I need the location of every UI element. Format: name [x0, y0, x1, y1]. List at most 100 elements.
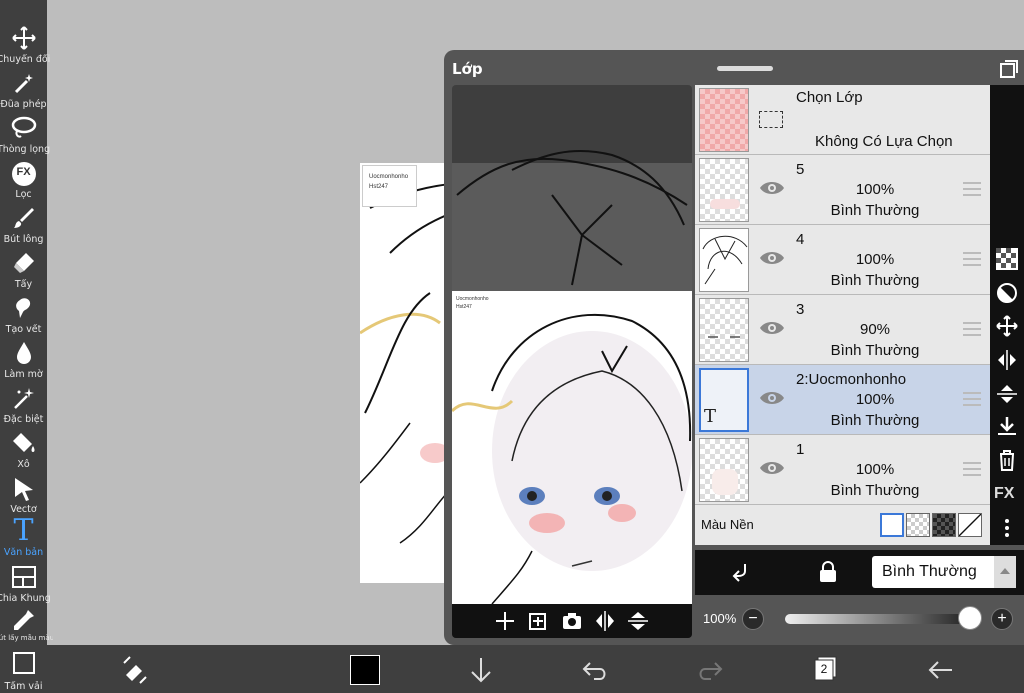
sparkle-icon [13, 388, 34, 409]
tool-label: Văn bản [3, 547, 44, 558]
tool-label: Bút lông [3, 234, 44, 245]
layer-fx-button[interactable]: FX [994, 485, 1014, 503]
tool-label: Chia Khung [0, 593, 51, 604]
bg-swatch-transparent-dark[interactable] [932, 513, 956, 537]
selection-icon [759, 111, 783, 128]
tool-label: Bút lấy mẫu màu [0, 634, 53, 642]
panel-drag-handle[interactable] [717, 66, 773, 71]
redo-icon[interactable] [695, 655, 725, 685]
tool-transform[interactable]: Chuyển đổi [0, 22, 50, 67]
opacity-slider-knob[interactable] [958, 606, 982, 630]
layer-name: 4 [796, 231, 805, 248]
preview-note-line2: Hst247 [456, 304, 472, 310]
opacity-decrease-button[interactable]: − [742, 608, 764, 630]
alpha-lock-icon[interactable] [817, 561, 839, 583]
tool-brush[interactable]: Bút lông [0, 202, 47, 247]
layer-opacity: 100% [855, 461, 895, 478]
eye-icon[interactable] [759, 179, 785, 197]
layer-row-selected[interactable]: T 2:Uocmonhonho 100% Bình Thường [695, 365, 990, 435]
tool-text[interactable]: T Văn bản [0, 515, 47, 560]
selection-layer-title: Chọn Lớp [796, 89, 863, 106]
transform-eraser-icon[interactable] [120, 655, 150, 685]
fx-badge: FX [16, 166, 31, 178]
back-arrow-icon[interactable] [926, 655, 956, 685]
arrow-down-icon[interactable] [466, 655, 496, 685]
layer-thumbnail [699, 438, 749, 502]
checker-icon[interactable] [996, 248, 1018, 270]
opacity-increase-button[interactable]: + [991, 608, 1013, 630]
eye-icon[interactable] [759, 389, 785, 407]
layer-side-tools: FX [990, 85, 1024, 545]
tool-bucket[interactable]: Xô [0, 427, 47, 472]
blend-mode-select[interactable]: Bình Thường [872, 556, 1016, 588]
tool-sidebar: Chuyển đổi Đũa phép Thòng lọng FX Lọc Bú… [0, 0, 53, 645]
eye-icon[interactable] [759, 249, 785, 267]
tool-filter[interactable]: FX Lọc [0, 157, 47, 202]
eye-icon[interactable] [759, 319, 785, 337]
drag-handle-icon[interactable] [963, 462, 981, 476]
drag-handle-icon[interactable] [963, 392, 981, 406]
tool-blur[interactable]: Làm mờ [0, 337, 47, 382]
tool-label: Chuyển đổi [0, 54, 51, 65]
layer-count: 2 [820, 662, 828, 676]
clipping-icon[interactable] [996, 282, 1018, 304]
tool-smudge[interactable]: Tạo vết [0, 292, 47, 337]
clip-down-arrow-icon[interactable] [729, 561, 751, 583]
layer-list: Chọn Lớp Không Có Lựa Chọn 5 100% Bình T… [695, 85, 990, 545]
drag-handle-icon[interactable] [963, 182, 981, 196]
layer-blend-mode: Bình Thường [830, 482, 920, 499]
preview-artwork [452, 313, 692, 604]
chevron-up-icon [1000, 568, 1010, 574]
tool-eraser[interactable]: Tẩy [0, 247, 47, 292]
merge-down-icon[interactable] [996, 415, 1018, 437]
opacity-row: 100% − + [695, 601, 1024, 637]
drag-handle-icon[interactable] [963, 322, 981, 336]
tool-label: Lọc [15, 189, 32, 200]
eyedropper-icon [13, 610, 34, 630]
layer-thumbnail: T [699, 368, 749, 432]
bg-swatch-transparent-light[interactable] [906, 513, 930, 537]
selection-layer[interactable]: Chọn Lớp Không Có Lựa Chọn [695, 85, 990, 155]
layer-row[interactable]: 1 100% Bình Thường [695, 435, 990, 505]
tool-frame-divider[interactable]: Chia Khung [0, 561, 51, 606]
layers-count-button[interactable]: 2 [810, 655, 840, 685]
drag-handle-icon[interactable] [963, 252, 981, 266]
tool-magic-wand[interactable]: Đũa phép [0, 67, 47, 112]
eraser-icon [13, 253, 34, 273]
layer-row[interactable]: 4 100% Bình Thường [695, 225, 990, 295]
blur-drop-icon [16, 342, 31, 364]
add-layer-icon[interactable] [494, 610, 516, 632]
opacity-label: 100% [703, 611, 737, 626]
maximize-icon[interactable] [1000, 60, 1018, 78]
camera-icon[interactable] [561, 610, 583, 632]
move-layer-icon[interactable] [996, 315, 1018, 337]
tool-label: Xô [17, 459, 30, 470]
flip-horizontal-icon[interactable] [996, 349, 1018, 371]
tool-eyedropper[interactable]: Bút lấy mẫu màu [0, 604, 53, 649]
trash-icon[interactable] [996, 449, 1018, 471]
tool-label: Tẩy [14, 279, 33, 290]
tool-special[interactable]: Đặc biệt [0, 382, 47, 427]
bottom-toolbar: Tấm vải 2 [0, 645, 1024, 693]
magic-wand-icon [14, 74, 33, 94]
eye-icon[interactable] [759, 459, 785, 477]
text-layer-icon: T [704, 406, 717, 427]
flip-horizontal-icon[interactable] [594, 610, 616, 632]
frame-divider-icon [11, 566, 36, 588]
add-layer-box-icon[interactable] [528, 610, 550, 632]
bg-swatch-white[interactable] [880, 513, 904, 537]
undo-icon[interactable] [580, 655, 610, 685]
tool-vector[interactable]: Vectơ [0, 472, 47, 517]
tool-canvas[interactable]: Tấm vải [0, 647, 47, 692]
layer-name: 2:Uocmonhonho [796, 371, 907, 388]
color-swatch[interactable] [350, 655, 380, 685]
tool-lasso[interactable]: Thòng lọng [0, 112, 50, 157]
flip-vertical-icon[interactable] [996, 383, 1018, 405]
bg-swatch-none[interactable] [958, 513, 982, 537]
more-options-icon[interactable] [996, 517, 1018, 539]
layer-row[interactable]: 5 100% Bình Thường [695, 155, 990, 225]
flip-vertical-icon[interactable] [627, 610, 649, 632]
layer-row[interactable]: 3 90% Bình Thường [695, 295, 990, 365]
opacity-slider[interactable] [785, 614, 970, 624]
tool-label: Tạo vết [5, 324, 42, 335]
